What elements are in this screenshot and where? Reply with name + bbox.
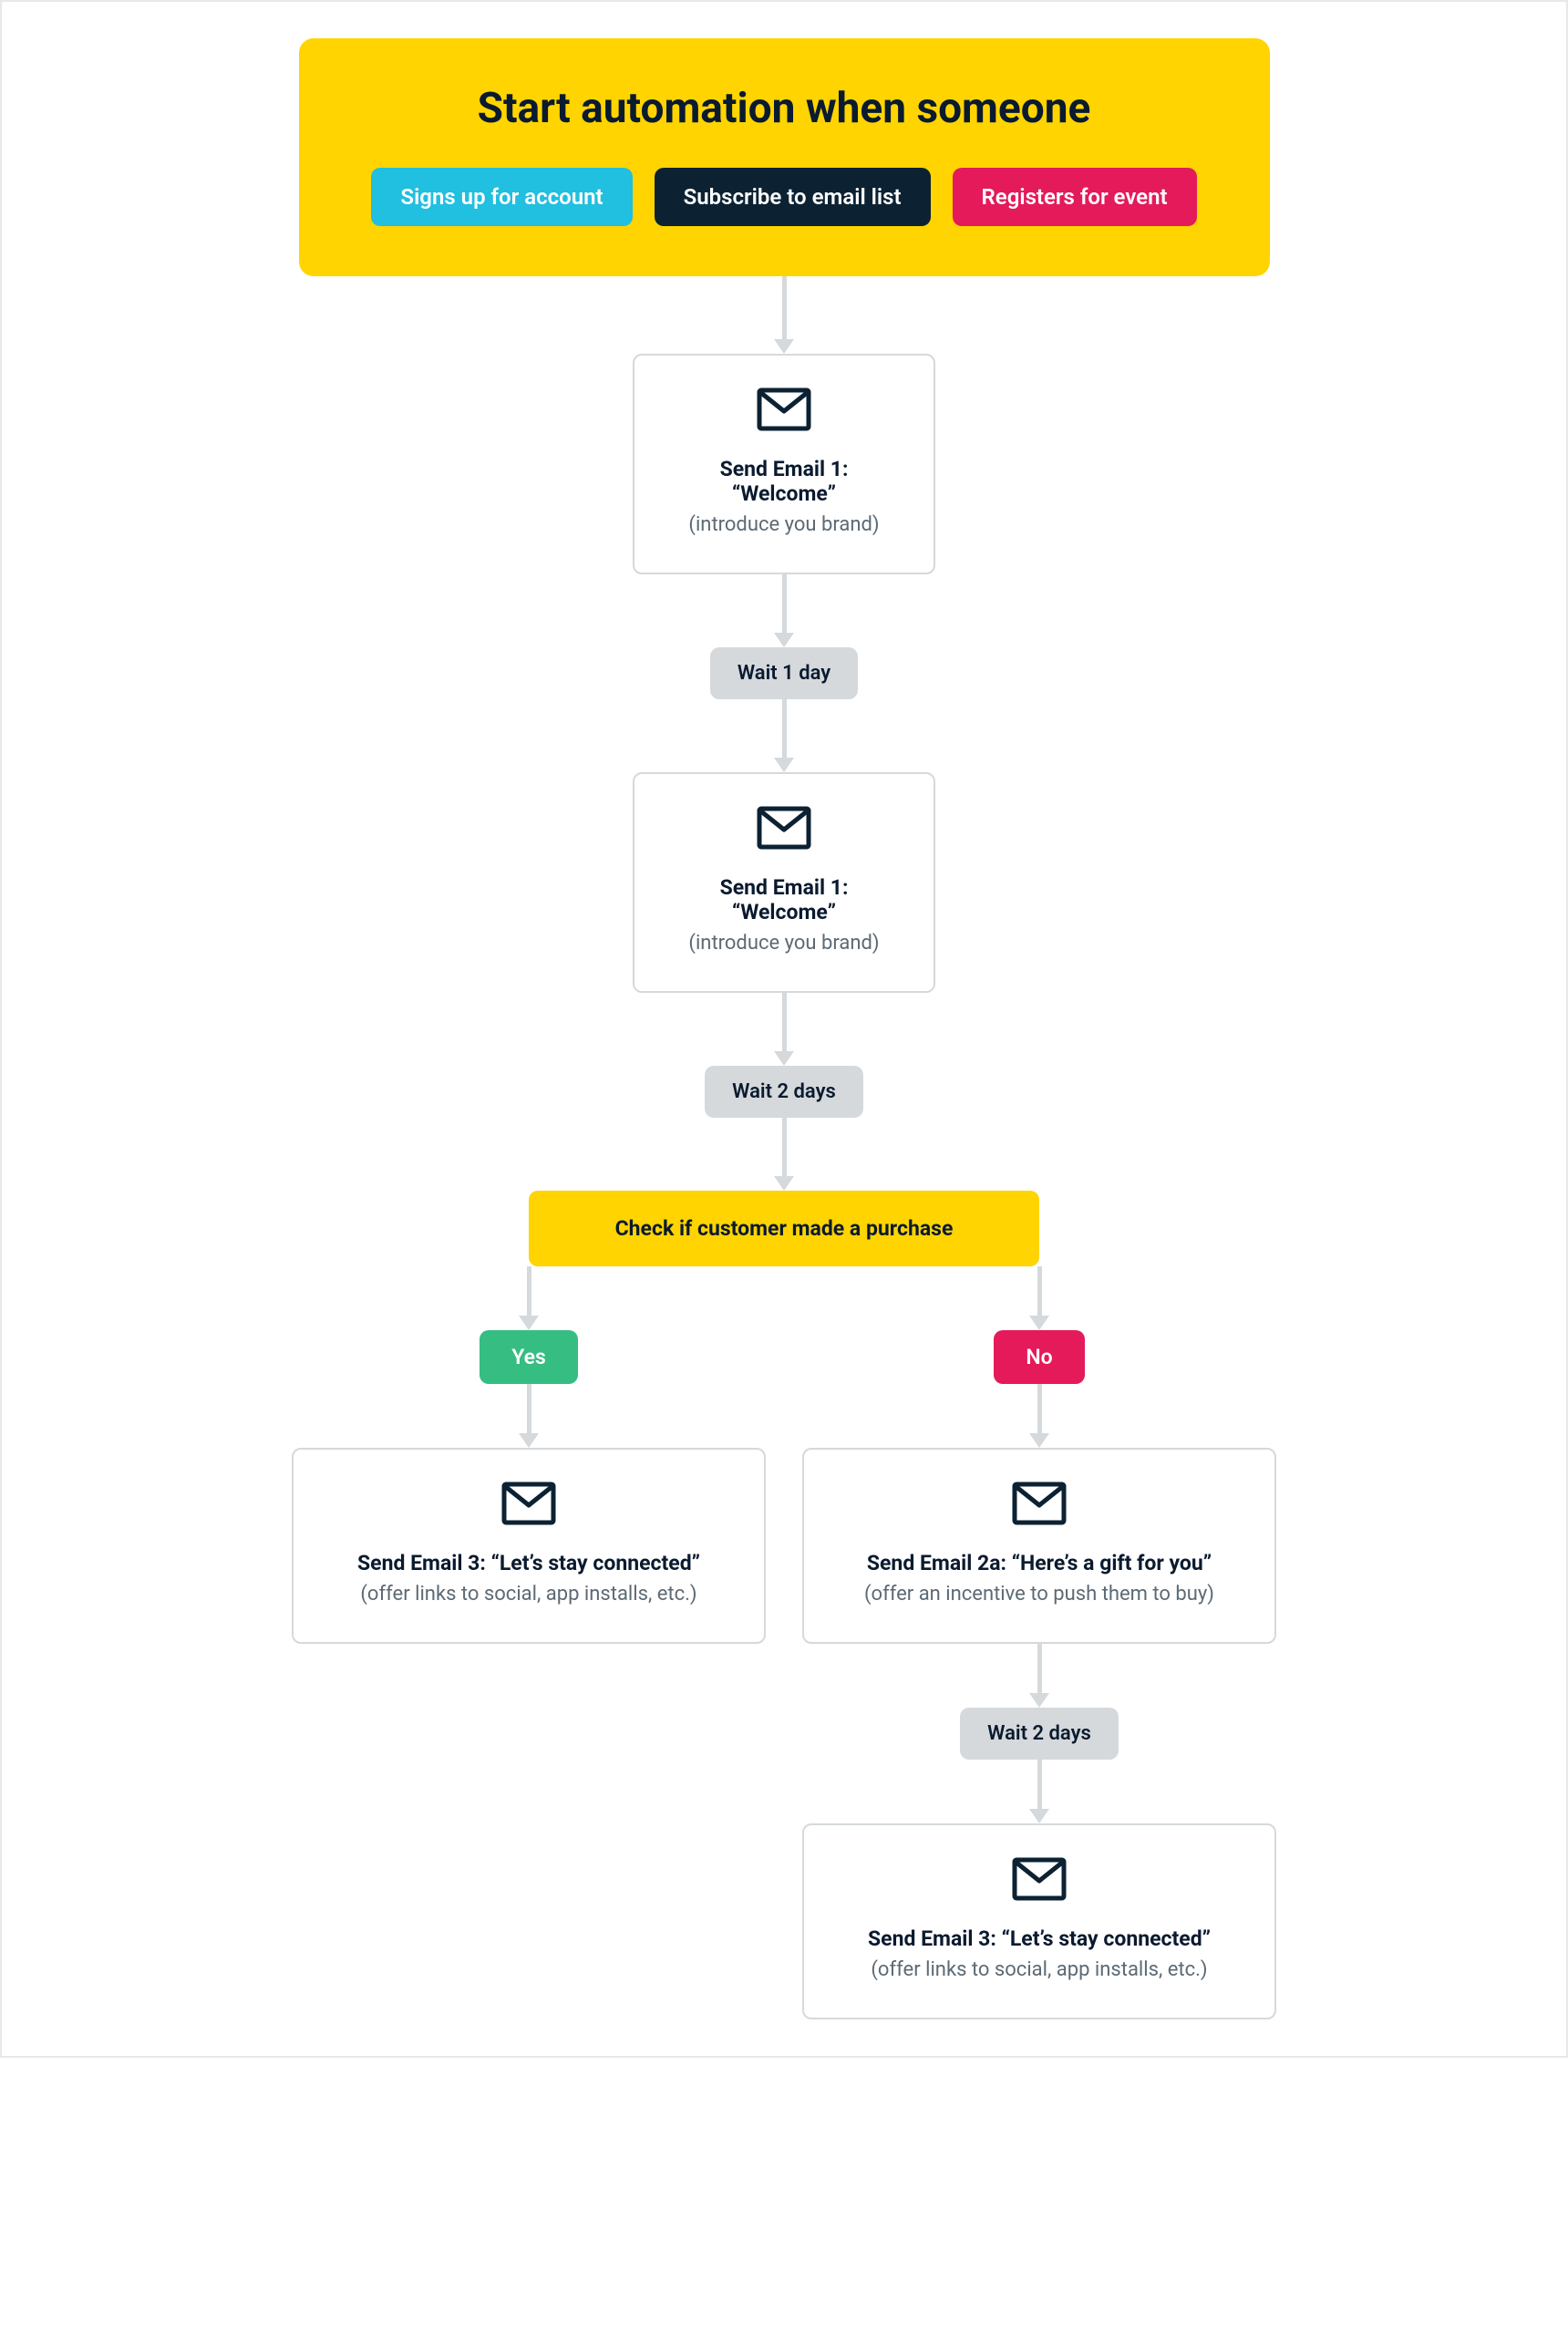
envelope-icon [1012, 1482, 1067, 1529]
trigger-register: Registers for event [953, 168, 1197, 226]
decision-block: Check if customer made a purchase [529, 1191, 1039, 1266]
connector-arrow [774, 699, 794, 772]
connector-arrow [1029, 1384, 1049, 1448]
envelope-icon [757, 806, 811, 853]
branch-yes: Yes Send Email 3: “Let’s stay connected”… [273, 1266, 784, 2019]
connector-arrow [774, 1118, 794, 1191]
email-step-2: Send Email 1: “Welcome” (introduce you b… [633, 772, 935, 993]
connector-arrow [774, 993, 794, 1066]
connector-arrow [774, 276, 794, 354]
email-step-title: Send Email 3: “Let’s stay connected” [868, 1926, 1211, 1951]
branch-no: No Send Email 2a: “Here’s a gift for you… [784, 1266, 1295, 2019]
envelope-icon [757, 387, 811, 435]
wait-pill-2: Wait 2 days [705, 1066, 863, 1118]
connector-arrow [1029, 1266, 1049, 1330]
email-step-subtitle: (offer links to social, app installs, et… [871, 1958, 1207, 1981]
email-step-subtitle: (introduce you brand) [688, 513, 879, 536]
branch-label-yes: Yes [480, 1330, 578, 1384]
connector-arrow [1029, 1644, 1049, 1708]
wait-pill-3: Wait 2 days [960, 1708, 1119, 1760]
email-step-title: Send Email 1: “Welcome” [671, 875, 897, 924]
automation-flow-diagram: Start automation when someone Signs up f… [2, 38, 1566, 2019]
connector-arrow [519, 1384, 539, 1448]
email-step-subtitle: (offer an incentive to push them to buy) [864, 1583, 1214, 1606]
email-step-no-b: Send Email 3: “Let’s stay connected” (of… [802, 1823, 1276, 2019]
trigger-signup: Signs up for account [371, 168, 632, 226]
email-step-subtitle: (introduce you brand) [688, 932, 879, 955]
start-block: Start automation when someone Signs up f… [299, 38, 1270, 276]
branch-label-no: No [994, 1330, 1084, 1384]
branch-split: Yes Send Email 3: “Let’s stay connected”… [273, 1266, 1295, 2019]
trigger-subscribe: Subscribe to email list [655, 168, 931, 226]
connector-arrow [519, 1266, 539, 1330]
wait-pill-1: Wait 1 day [710, 647, 858, 699]
connector-arrow [774, 574, 794, 647]
connector-arrow [1029, 1760, 1049, 1823]
email-step-no-a: Send Email 2a: “Here’s a gift for you” (… [802, 1448, 1276, 1644]
start-title: Start automation when someone [363, 84, 1206, 133]
trigger-row: Signs up for account Subscribe to email … [363, 168, 1206, 226]
email-step-title: Send Email 3: “Let’s stay connected” [357, 1551, 700, 1575]
envelope-icon [1012, 1857, 1067, 1905]
email-step-1: Send Email 1: “Welcome” (introduce you b… [633, 354, 935, 574]
email-step-subtitle: (offer links to social, app installs, et… [360, 1583, 696, 1606]
email-step-title: Send Email 2a: “Here’s a gift for you” [867, 1551, 1212, 1575]
envelope-icon [501, 1482, 556, 1529]
email-step-yes: Send Email 3: “Let’s stay connected” (of… [292, 1448, 766, 1644]
email-step-title: Send Email 1: “Welcome” [671, 457, 897, 506]
